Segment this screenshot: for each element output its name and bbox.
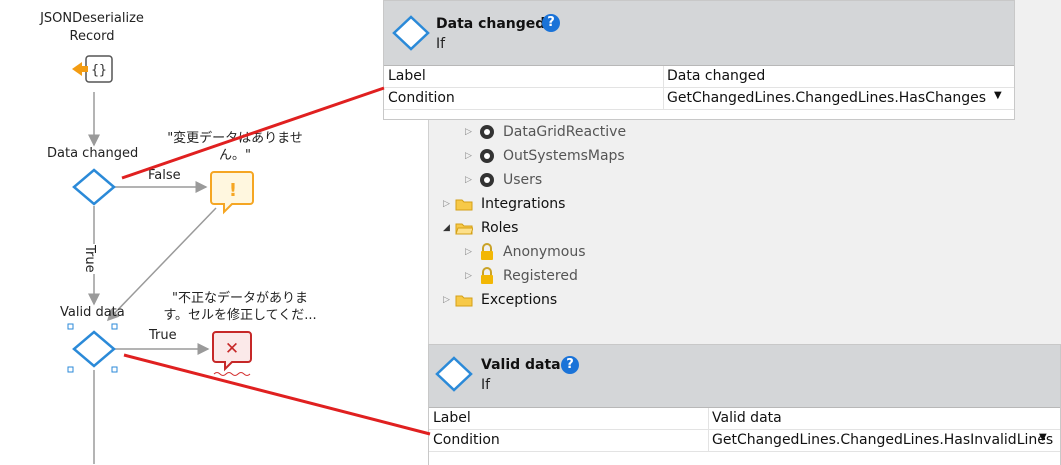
expand-arrow-icon[interactable]: ▷	[465, 240, 472, 264]
expand-arrow-icon[interactable]: ▷	[465, 264, 472, 288]
expand-arrow-icon[interactable]: ▷	[465, 120, 472, 144]
lock-icon	[481, 267, 493, 284]
dropdown-arrow-icon[interactable]: ▼	[1039, 432, 1047, 443]
prop-key: Condition	[388, 90, 455, 106]
module-icon	[480, 173, 494, 187]
valid-data-node-label: Valid data	[60, 305, 125, 320]
properties-panel-data-changed: Data changed ? If Label Data changed Con…	[383, 0, 1015, 120]
deserialize-node-label: JSONDeserialize Record	[40, 11, 144, 44]
prop-row-label[interactable]: Label Valid data	[429, 408, 1060, 430]
message-warning-icon[interactable]: !	[210, 171, 254, 215]
panel-title: Valid data	[481, 357, 561, 373]
panel-title: Data changed	[436, 16, 546, 32]
module-icon	[480, 125, 494, 139]
prop-row-condition[interactable]: Condition GetChangedLines.ChangedLines.H…	[384, 88, 1014, 110]
side-gutter	[1015, 0, 1061, 118]
true-edge-label-down: True	[82, 244, 97, 274]
true-edge-label-right: True	[148, 328, 178, 343]
folder-icon	[455, 199, 473, 211]
no-changes-message-text: "変更データはありませ ん。"	[167, 131, 303, 163]
prop-key: Label	[388, 68, 426, 84]
dropdown-arrow-icon[interactable]: ▼	[994, 90, 1002, 101]
if-diamond-icon	[435, 356, 473, 392]
json-deserialize-icon[interactable]: {}	[72, 55, 113, 83]
svg-text:{}: {}	[91, 63, 107, 78]
false-edge-label: False	[147, 168, 182, 183]
prop-row-label[interactable]: Label Data changed	[384, 66, 1014, 88]
expand-arrow-icon[interactable]: ▷	[443, 192, 450, 216]
collapse-arrow-icon[interactable]: ◢	[443, 216, 450, 240]
message-error-icon[interactable]: ✕	[212, 331, 252, 376]
help-icon[interactable]: ?	[542, 14, 560, 32]
prop-key: Label	[433, 410, 471, 426]
if-diamond-icon	[392, 15, 430, 51]
prop-value[interactable]: Data changed	[667, 68, 765, 84]
folder-open-icon	[455, 223, 473, 235]
prop-key: Condition	[433, 432, 500, 448]
lock-icon	[481, 243, 493, 260]
if-diamond-valid-data-icon[interactable]	[67, 323, 118, 373]
panel-header: Data changed ? If	[384, 1, 1014, 66]
if-diamond-data-changed-icon[interactable]	[72, 168, 116, 206]
invalid-data-message-text: "不正なデータがありま す。セルを修正してくだ...	[163, 291, 317, 323]
expand-arrow-icon[interactable]: ▷	[465, 144, 472, 168]
folder-icon	[455, 295, 473, 307]
expand-arrow-icon[interactable]: ▷	[465, 168, 472, 192]
module-tree: ▷ DataGridReactive ▷ OutSystemsMaps ▷ Us…	[428, 118, 1061, 344]
properties-panel-valid-data: Valid data ? If Label Valid data Conditi…	[428, 344, 1061, 465]
prop-row-condition[interactable]: Condition GetChangedLines.ChangedLines.H…	[429, 430, 1060, 452]
module-icon	[480, 149, 494, 163]
condition-expression-field[interactable]: GetChangedLines.ChangedLines.HasInvalidL…	[712, 432, 1053, 448]
prop-value[interactable]: Valid data	[712, 410, 782, 426]
panel-subtitle: If	[436, 36, 446, 52]
data-changed-node-label: Data changed	[47, 146, 139, 161]
panel-subtitle: If	[481, 377, 491, 393]
svg-text:✕: ✕	[225, 339, 239, 359]
expand-arrow-icon[interactable]: ▷	[443, 288, 450, 312]
condition-expression-field[interactable]: GetChangedLines.ChangedLines.HasChanges	[667, 90, 986, 106]
help-icon[interactable]: ?	[561, 356, 579, 374]
panel-header: Valid data ? If	[429, 345, 1060, 408]
svg-text:!: !	[229, 180, 237, 201]
